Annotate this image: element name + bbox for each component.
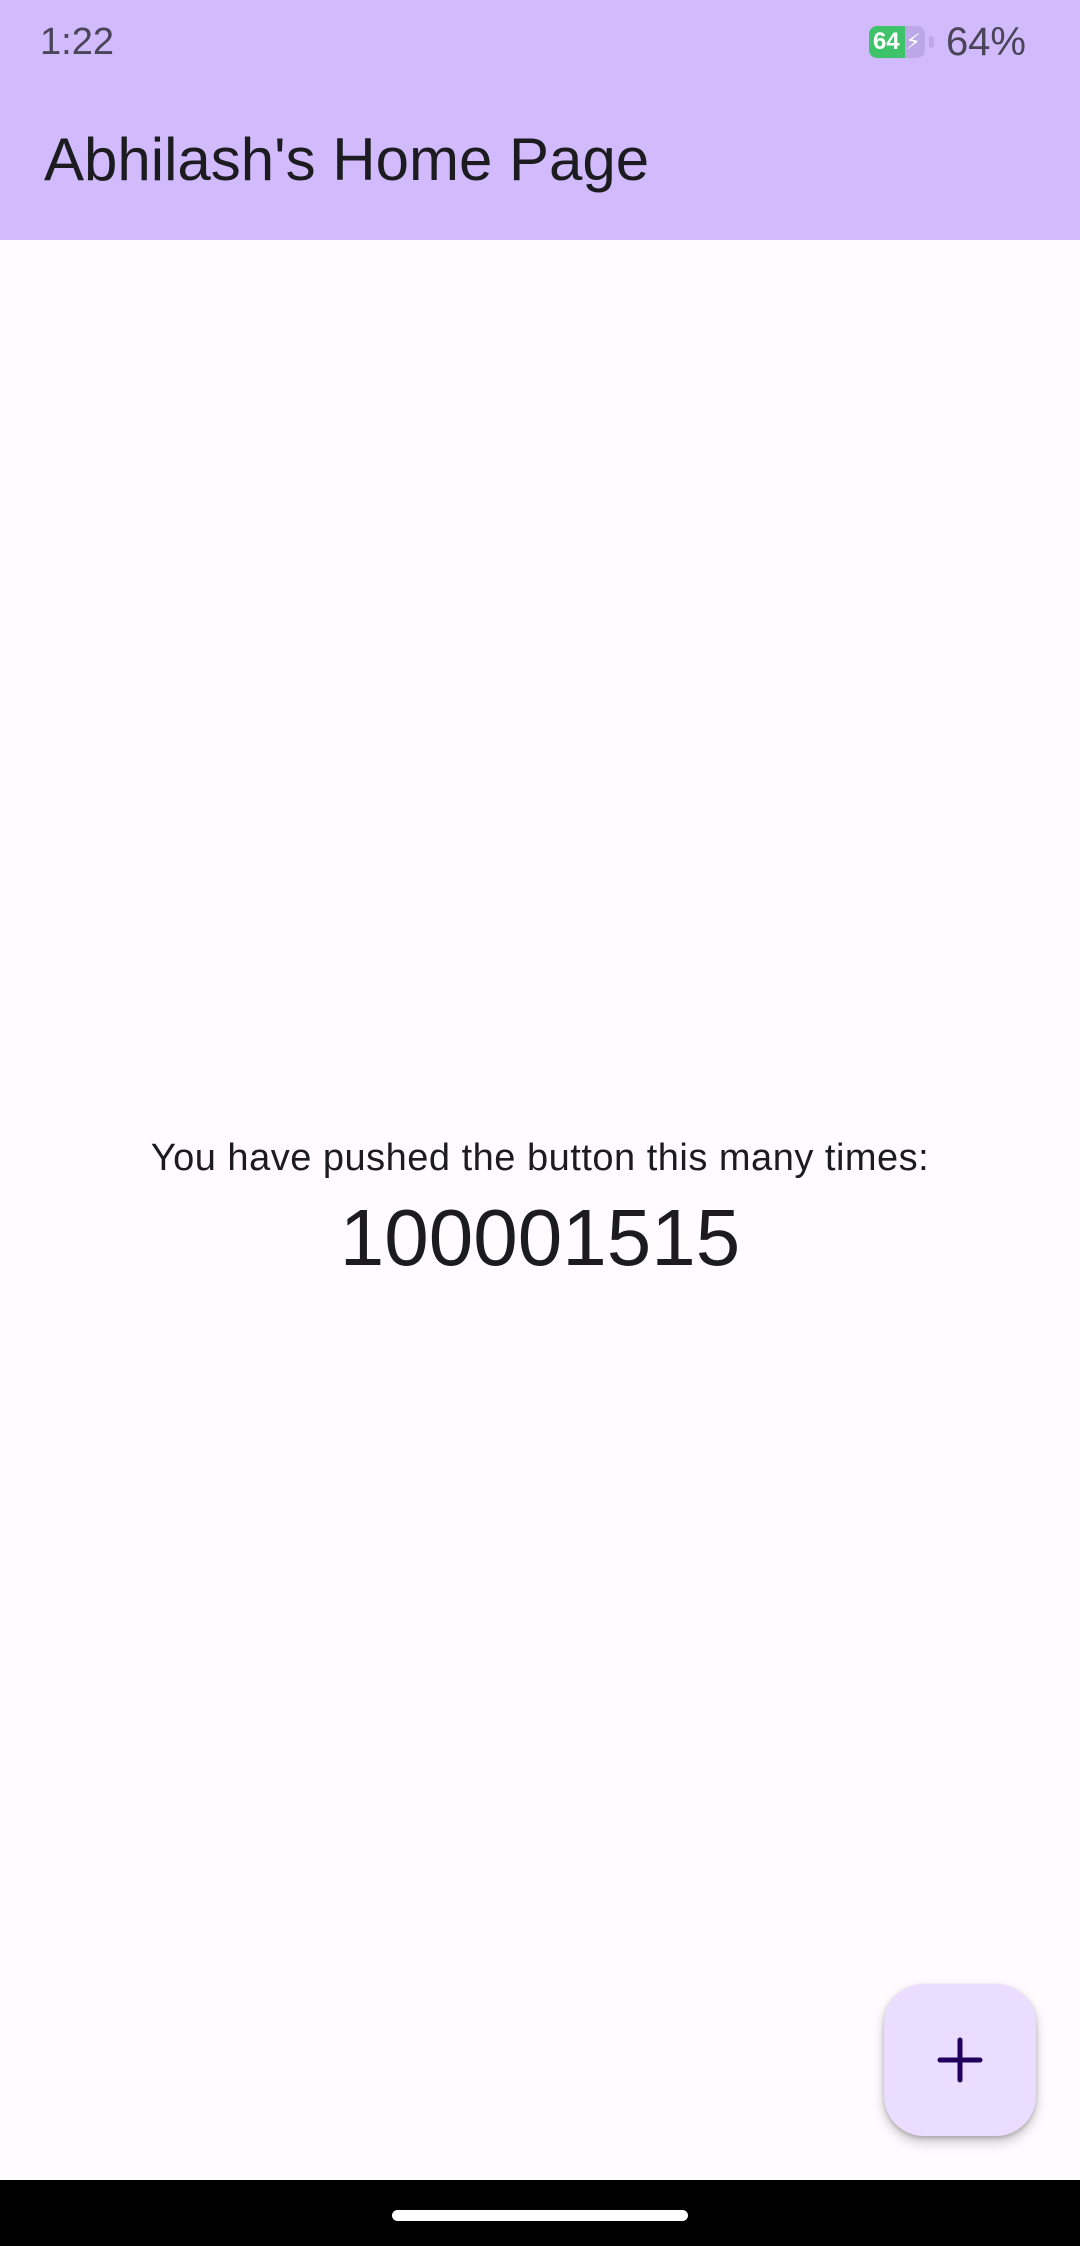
status-bar: 1:22 64 ⚡ 64% <box>0 0 1080 84</box>
status-right: 64 ⚡ 64% <box>868 18 1026 66</box>
counter-label: You have pushed the button this many tim… <box>150 1137 930 1179</box>
battery-percent: 64% <box>945 20 1026 64</box>
counter-value: 100001515 <box>339 1193 741 1282</box>
charging-bolt-icon: ⚡ <box>905 29 921 54</box>
home-gesture-handle[interactable] <box>392 2210 688 2221</box>
battery-level-text: 64 <box>872 28 900 55</box>
plus-icon <box>937 2037 983 2083</box>
counter-section: You have pushed the button this many tim… <box>0 1130 1080 1286</box>
page-title: Abhilash's Home Page <box>44 126 650 193</box>
navigation-bar <box>0 2180 1080 2246</box>
status-time: 1:22 <box>40 21 114 63</box>
increment-button[interactable] <box>884 1984 1036 2136</box>
app-bar: 1:22 64 ⚡ 64% Abhilash's Home Page <box>0 0 1080 240</box>
battery-charging-icon: 64 ⚡ <box>868 26 925 58</box>
battery-nub <box>928 36 934 48</box>
